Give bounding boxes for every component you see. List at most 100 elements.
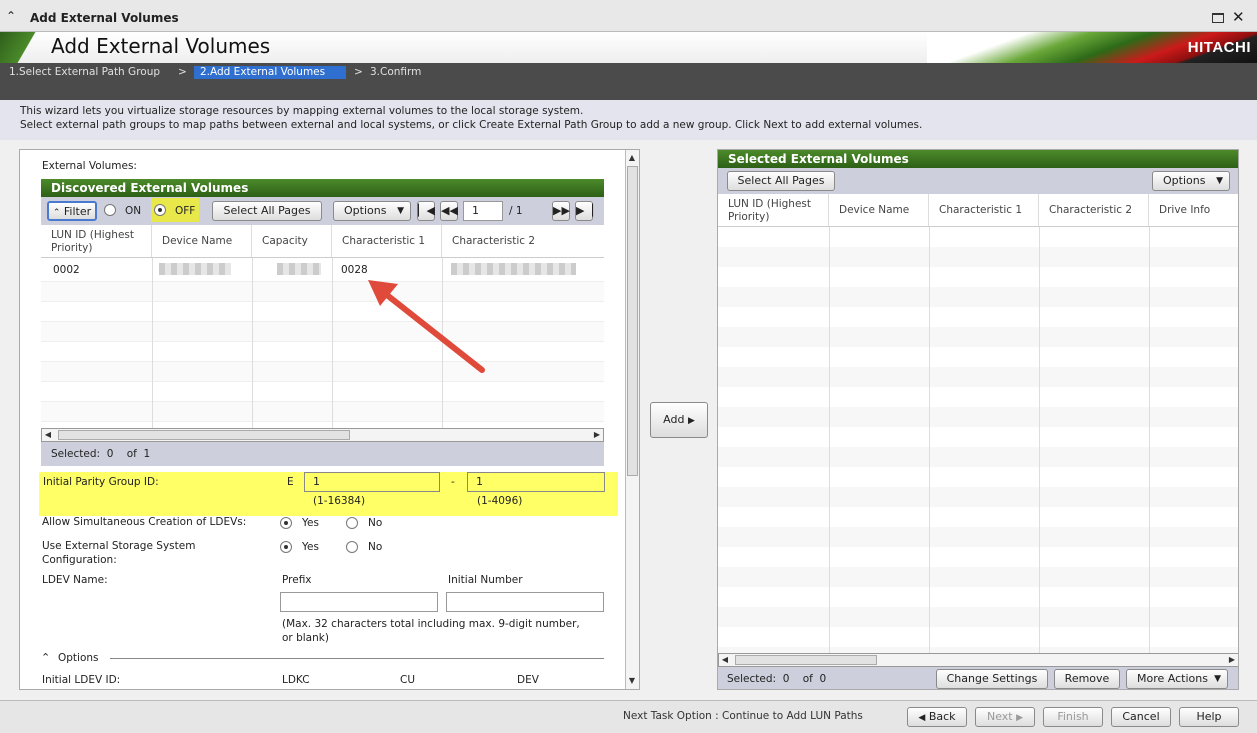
col-capacity[interactable]: Capacity (252, 225, 332, 257)
parity-group-input-2[interactable]: 1 (467, 472, 605, 492)
allow-simultaneous-label: Allow Simultaneous Creation of LDEVs: (42, 516, 247, 528)
select-all-pages-button[interactable]: Select All Pages (212, 201, 322, 221)
options-label: Options (344, 204, 387, 217)
dev-label: DEV (517, 674, 539, 686)
scroll-thumb[interactable] (627, 166, 638, 476)
next-page-icon[interactable]: ▶▶ (552, 201, 570, 221)
col-device-name[interactable]: Device Name (829, 194, 929, 226)
parity-dash: - (451, 476, 455, 488)
last-page-icon[interactable]: ▶▕ (575, 201, 593, 221)
initial-parity-group-label: Initial Parity Group ID: (43, 476, 159, 488)
wizard-footer: Next Task Option : Continue to Add LUN P… (0, 700, 1257, 733)
scroll-thumb[interactable] (58, 430, 350, 440)
col-characteristic-2[interactable]: Characteristic 2 (442, 225, 604, 257)
parity-prefix: E (287, 476, 294, 488)
selected-count: Selected: 0 of 0 (727, 673, 827, 685)
remove-button[interactable]: Remove (1054, 669, 1120, 689)
page-total: / 1 (509, 205, 523, 217)
filter-off-label: OFF (175, 205, 196, 217)
col-device-name[interactable]: Device Name (152, 225, 252, 257)
allow-yes-radio[interactable] (280, 517, 292, 529)
col-characteristic-1[interactable]: Characteristic 1 (929, 194, 1039, 226)
initial-number-input[interactable] (446, 592, 604, 612)
scroll-right-icon[interactable]: ▶ (1226, 654, 1238, 666)
table-row[interactable]: 0002 0028 (41, 258, 604, 282)
table-row (41, 302, 604, 322)
intro-line-2: Select external path groups to map paths… (20, 119, 923, 131)
discovered-hscrollbar[interactable]: ◀ ▶ (41, 428, 604, 442)
discovered-toolbar: ⌃ Filter ON OFF Select All Pages Options… (41, 197, 604, 225)
scroll-right-icon[interactable]: ▶ (591, 429, 603, 441)
filter-button[interactable]: ⌃ Filter (47, 201, 97, 221)
table-row (41, 402, 604, 422)
table-row (41, 362, 604, 382)
options-button[interactable]: Options ▼ (1152, 171, 1230, 191)
left-panel: External Volumes: Discovered External Vo… (19, 149, 640, 690)
filter-on-radio[interactable] (104, 204, 116, 216)
page-number-input[interactable]: 1 (463, 201, 503, 221)
col-characteristic-1[interactable]: Characteristic 1 (332, 225, 442, 257)
next-button[interactable]: Next ▶ (975, 707, 1035, 727)
prefix-input[interactable] (280, 592, 438, 612)
step-select-path-group: 1.Select External Path Group (9, 66, 161, 78)
maximize-icon[interactable] (1212, 13, 1224, 23)
col-divider (1039, 227, 1040, 653)
annotation-arrow-icon (368, 280, 485, 373)
col-lun-id[interactable]: LUN ID (Highest Priority) (718, 194, 829, 226)
collapse-icon[interactable]: ⌃ (6, 9, 16, 23)
left-vscrollbar[interactable]: ▲ ▼ (625, 150, 639, 689)
scroll-thumb[interactable] (735, 655, 877, 665)
change-settings-button[interactable]: Change Settings (936, 669, 1048, 689)
options-button[interactable]: Options ▼ (333, 201, 411, 221)
selected-volumes-header: Selected External Volumes (718, 150, 1238, 168)
help-button[interactable]: Help (1179, 707, 1239, 727)
col-drive-info[interactable]: Drive Info (1149, 194, 1238, 226)
discovered-table-body: 0002 0028 (41, 258, 604, 428)
filter-off-radio[interactable] (154, 204, 166, 216)
window-title: Add External Volumes (30, 11, 179, 25)
step-separator: > (178, 66, 187, 78)
first-page-icon[interactable]: ▏◀ (417, 201, 435, 221)
close-icon[interactable]: ✕ (1232, 8, 1245, 26)
use-external-yes-radio[interactable] (280, 541, 292, 553)
scroll-down-icon[interactable]: ▼ (626, 675, 638, 687)
scroll-left-icon[interactable]: ◀ (42, 429, 54, 441)
back-button[interactable]: ◀ Back (907, 707, 967, 727)
finish-button[interactable]: Finish (1043, 707, 1103, 727)
options-section-label[interactable]: Options (58, 652, 99, 664)
selected-toolbar: Select All Pages Options ▼ (718, 168, 1238, 194)
select-all-pages-button[interactable]: Select All Pages (727, 171, 835, 191)
parity-group-input-1[interactable]: 1 (304, 472, 440, 492)
table-row (41, 282, 604, 302)
col-lun-id[interactable]: LUN ID (Highest Priority) (41, 225, 152, 257)
more-actions-button[interactable]: More Actions ▼ (1126, 669, 1228, 689)
cancel-button[interactable]: Cancel (1111, 707, 1171, 727)
allow-no-label: No (368, 517, 383, 529)
divider (110, 658, 604, 659)
col-divider (929, 227, 930, 653)
allow-no-radio[interactable] (346, 517, 358, 529)
use-external-no-radio[interactable] (346, 541, 358, 553)
prev-page-icon[interactable]: ◀◀ (440, 201, 458, 221)
max-note: (Max. 32 characters total including max.… (282, 618, 580, 630)
right-panel: Selected External Volumes Select All Pag… (717, 149, 1239, 690)
use-external-label-2: Configuration: (42, 554, 117, 566)
initial-ldev-label: Initial LDEV ID: (42, 674, 121, 686)
scroll-left-icon[interactable]: ◀ (719, 654, 731, 666)
add-button[interactable]: Add ▶ (650, 402, 708, 438)
collapse-icon: ⌃ (52, 208, 61, 218)
intro-line-1: This wizard lets you virtualize storage … (20, 105, 584, 117)
col-divider (332, 258, 333, 428)
window-titlebar: ⌃ Add External Volumes ✕ (0, 0, 1257, 32)
selected-count-bar: Selected: 0 of 0 Change Settings Remove … (718, 667, 1238, 689)
selected-hscrollbar[interactable]: ◀ ▶ (718, 653, 1238, 667)
scroll-up-icon[interactable]: ▲ (626, 152, 638, 164)
collapse-icon[interactable]: ⌃ (41, 651, 50, 664)
col-characteristic-2[interactable]: Characteristic 2 (1039, 194, 1149, 226)
external-volumes-label: External Volumes: (42, 160, 137, 172)
table-row (41, 342, 604, 362)
add-label: Add (663, 413, 685, 426)
filter-on-label: ON (125, 205, 142, 217)
selected-table-body (718, 227, 1238, 653)
cu-label: CU (400, 674, 416, 686)
